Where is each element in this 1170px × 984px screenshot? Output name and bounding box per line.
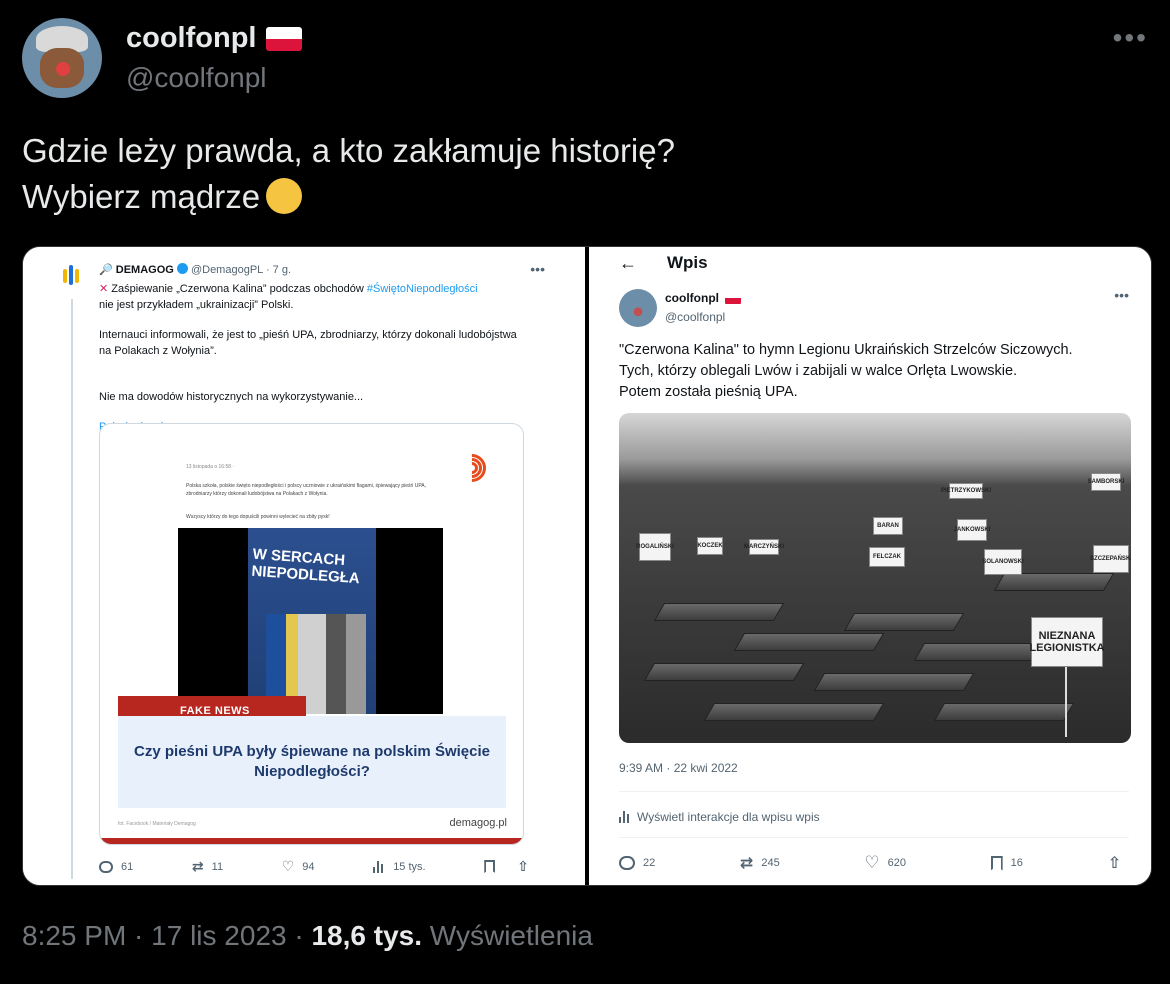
demagog-logo-icon (63, 265, 85, 289)
coolfonpl-handle: @coolfonpl (665, 310, 726, 324)
poland-flag-icon (266, 26, 303, 51)
historical-photo: ROGALIŃSKI KOCZEK MARCZYŃSKI FELCZAK SOL… (619, 413, 1131, 743)
poland-flag-icon (725, 292, 741, 304)
demagog-para-2: Internauci informowali, że jest to „pieś… (99, 329, 517, 357)
demagog-body: ✕ Zaśpiewanie „Czerwona Kalina” podczas … (99, 281, 529, 435)
card-post-text-2: Wszyscy którzy do tego dopuścili powinni… (186, 514, 330, 520)
thread-line (71, 299, 73, 879)
grave-sign: ROGALIŃSKI (636, 533, 674, 561)
coffin (653, 603, 785, 621)
bookmark-count: 16 (990, 855, 1023, 871)
avatar-nose (56, 62, 70, 76)
retweet-icon: ⇄ (739, 855, 754, 872)
views-label: Wyświetlenia (422, 920, 593, 951)
demagog-signal-icon (452, 448, 498, 490)
reply-icon (99, 860, 113, 873)
card-credit: fot. Facebook / Materiały Demagog (118, 821, 196, 827)
views-icon (373, 860, 385, 873)
demagog-name: DEMAGOG (115, 264, 174, 276)
reply-count: 61 (99, 860, 133, 873)
back-arrow-icon: ← (619, 253, 637, 273)
author-avatar[interactable] (22, 18, 102, 98)
coffin (933, 703, 1075, 721)
coolfonpl-text: "Czerwona Kalina" to hymn Legionu Ukraiń… (619, 342, 1073, 400)
heart-icon: ♡ (864, 853, 880, 872)
card-post-text: Polska szkoła, polskie święto niepodległ… (186, 483, 427, 497)
pointing-hand-emoji (266, 178, 303, 214)
coffin (643, 663, 805, 681)
grave-sign: SAMBORSKI (1088, 473, 1124, 491)
grave-sign: SZCZEPAŃSKI (1090, 545, 1131, 573)
post-header: Wpis (667, 253, 708, 272)
grave-sign: KOCZEK (697, 537, 723, 555)
card-video-still: W SERCACH NIEPODLEGŁA (178, 528, 443, 714)
tweet-media[interactable]: 🔎 DEMAGOG @DemagogPL · 7 g. ••• ✕ Zaśpie… (22, 246, 1152, 886)
tweet-views: 18,6 tys. (311, 920, 423, 951)
demagog-age: · 7 g. (265, 264, 292, 276)
coolfonpl-actions: 22 ⇄ 245 ♡ 620 16 ⇧ (619, 853, 1121, 873)
card-source: demagog.pl (449, 817, 508, 829)
heart-icon: ♡ (281, 858, 295, 874)
card-post-date: 13 listopada o 16:58 · (186, 464, 235, 470)
more-options-icon: ••• (1114, 287, 1129, 303)
grave-sign: BARAN (873, 517, 903, 535)
views-icon (619, 811, 631, 823)
divider (619, 837, 1129, 838)
card-red-line (100, 838, 523, 844)
grave-sign: SOLANOWSKI (982, 549, 1024, 575)
banner-text: W SERCACH NIEPODLEGŁA (250, 545, 361, 588)
tweet-time[interactable]: 8:25 PM · 17 lis 2023 · (22, 920, 311, 951)
demagog-card: 13 listopada o 16:58 · Polska szkoła, po… (99, 423, 524, 845)
coffin (843, 613, 965, 631)
share-icon: ⇧ (517, 858, 529, 874)
grave-sign: MARCZYŃSKI (744, 539, 784, 555)
sign-post (1065, 667, 1067, 737)
coolfonpl-name: coolfonpl (665, 291, 741, 305)
grave-sign: PIETRZYKOWSKI (941, 483, 991, 499)
demagog-handle: @DemagogPL (190, 264, 263, 276)
magnifier-icon: 🔎 (99, 264, 113, 276)
author-display-name[interactable]: coolfonpl (126, 22, 303, 55)
demagog-header: 🔎 DEMAGOG @DemagogPL · 7 g. (99, 263, 291, 276)
legionistka-sign: NIEZNANA LEGIONISTKA (1029, 617, 1105, 667)
tweet-line-2: Wybierz mądrze (22, 174, 675, 220)
retweet-count: ⇄ 11 (191, 858, 224, 874)
more-options-icon[interactable]: ••• (1113, 22, 1148, 54)
divider (619, 791, 1129, 792)
verified-badge-icon (176, 263, 188, 274)
retweet-icon: ⇄ (191, 858, 204, 874)
coffin (813, 673, 975, 691)
grave-sign: JANKOWSKI (954, 519, 990, 541)
author-handle[interactable]: @coolfonpl (126, 62, 267, 94)
coolfonpl-avatar (619, 289, 657, 327)
bookmark-icon (484, 860, 496, 873)
tweet-line-1: Gdzie leży prawda, a kto zakłamuje histo… (22, 132, 675, 169)
demagog-tweet-screenshot: 🔎 DEMAGOG @DemagogPL · 7 g. ••• ✕ Zaśpie… (23, 247, 585, 885)
retweet-count: ⇄ 245 (739, 855, 780, 872)
share-icon: ⇧ (1107, 855, 1121, 872)
bookmark-icon (990, 855, 1003, 871)
coffin (703, 703, 885, 721)
reply-icon (619, 856, 635, 870)
coffin (993, 573, 1115, 591)
coffin (913, 643, 1045, 661)
view-count: 15 tys. (373, 860, 426, 873)
like-count: ♡ 94 (281, 858, 315, 874)
reply-count: 22 (619, 856, 655, 870)
tweet-text: Gdzie leży prawda, a kto zakłamuje histo… (22, 128, 675, 220)
stage-backdrop: W SERCACH NIEPODLEGŁA (248, 528, 376, 714)
grave-sign: FELCZAK (869, 547, 905, 567)
red-x-icon: ✕ (99, 283, 109, 295)
card-question: Czy pieśni UPA były śpiewane na polskim … (118, 716, 506, 808)
post-interactions: Wyświetl interakcje dla wpisu wpis (619, 810, 820, 824)
more-options-icon: ••• (530, 261, 545, 277)
coolfonpl-tweet-screenshot: ← Wpis coolfonpl @coolfonpl ••• "Czerwon… (589, 247, 1151, 885)
tweet-meta: 8:25 PM · 17 lis 2023 · 18,6 tys. Wyświe… (22, 920, 593, 952)
coffin (733, 633, 885, 651)
ukraine-flag-icon (99, 375, 113, 385)
like-count: ♡ 620 (864, 853, 906, 872)
demagog-actions: 61 ⇄ 11 ♡ 94 15 tys. ⇧ (99, 858, 529, 875)
hashtag-link: #ŚwiętoNiepodległości (366, 283, 478, 295)
post-timestamp: 9:39 AM · 22 kwi 2022 (619, 761, 738, 775)
